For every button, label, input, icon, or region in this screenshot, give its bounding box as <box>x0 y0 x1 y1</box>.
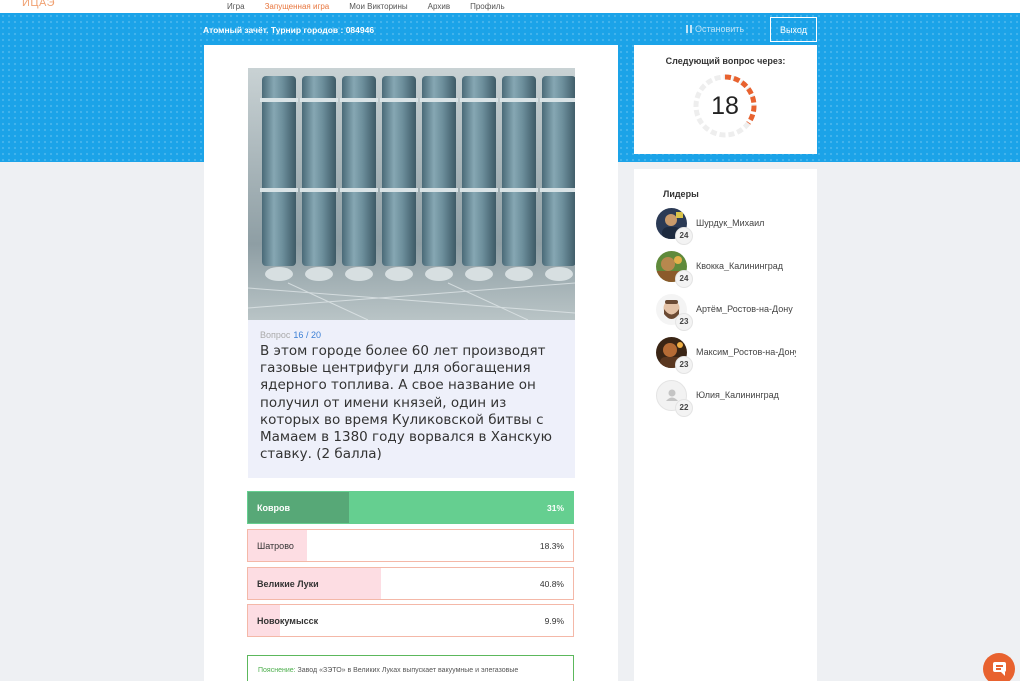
stop-label: Остановить <box>695 24 745 34</box>
leaders-panel: Лидеры 24 Шурдук_Михаил 24 Квокка_Калини… <box>634 169 817 681</box>
explanation-tag: Пояснение: <box>258 667 296 674</box>
chat-icon <box>993 662 1006 676</box>
question-image <box>248 68 575 320</box>
top-nav: ИЦАЭ Игра Запущенная игра Мои Викторины … <box>0 0 1020 13</box>
pause-icon <box>686 25 692 33</box>
answer-label: Ковров <box>257 503 291 513</box>
leader-item[interactable]: 24 Квокка_Калининград <box>656 251 816 291</box>
leader-score: 22 <box>675 399 693 417</box>
question-number: 16 <box>293 330 304 340</box>
leader-item[interactable]: 23 Максим_Ростов-на-Дону <box>656 337 816 377</box>
chat-icon-line <box>996 668 1001 670</box>
answer-option[interactable]: Великие Луки 40.8% <box>247 567 574 600</box>
leader-score: 23 <box>675 313 693 331</box>
nav-link-archive[interactable]: Архив <box>428 2 450 11</box>
answer-option-correct[interactable]: Ковров 31% <box>247 491 574 524</box>
leaders-title: Лидеры <box>663 189 699 199</box>
answer-option[interactable]: Шатрово 18.3% <box>247 529 574 562</box>
nav-link-game[interactable]: Игра <box>227 2 245 11</box>
exit-button[interactable]: Выход <box>770 17 817 42</box>
leader-item[interactable]: 22 Юлия_Калининград <box>656 380 816 420</box>
stop-button[interactable]: Остановить <box>686 24 744 34</box>
chat-icon-line <box>996 665 1003 667</box>
explanation-text: Завод «ЗЭТО» в Великих Луках выпускает в… <box>297 667 519 674</box>
answer-label: Великие Луки <box>257 579 319 589</box>
leader-name: Юлия_Калининград <box>696 390 779 400</box>
answer-percent: 40.8% <box>539 579 564 589</box>
leader-score: 24 <box>675 270 693 288</box>
question-box: Вопрос 16 / 20 В этом городе более 60 лет… <box>248 320 575 478</box>
leader-name: Квокка_Калининград <box>696 261 784 271</box>
answer-percent: 9.9% <box>544 616 564 626</box>
leader-score: 24 <box>675 227 693 245</box>
centrifuge-photo <box>248 68 575 320</box>
answer-percent: 18.3% <box>539 541 564 551</box>
answer-label: Новокумысск <box>257 616 319 626</box>
leader-name: Максим_Ростов-на-Дону <box>696 347 796 357</box>
game-title: Атомный зачёт. Турнир городов : 084946 <box>203 25 375 35</box>
explanation-box: Пояснение: Завод «ЗЭТО» в Великих Луках … <box>247 655 574 681</box>
question-total: / 20 <box>305 330 321 340</box>
logo[interactable]: ИЦАЭ <box>22 0 55 9</box>
question-counter: Вопрос 16 / 20 <box>260 330 563 340</box>
timer-seconds: 18 <box>711 92 739 120</box>
leader-score: 23 <box>675 356 693 374</box>
timer-title: Следующий вопрос через: <box>665 56 786 66</box>
answer-option[interactable]: Новокумысск 9.9% <box>247 604 574 637</box>
leader-item[interactable]: 23 Артём_Ростов-на-Дону <box>656 294 816 334</box>
nav-link-running-game[interactable]: Запущенная игра <box>265 2 330 11</box>
question-counter-label: Вопрос <box>260 330 291 340</box>
answer-percent: 31% <box>546 503 564 513</box>
nav-link-my-quizzes[interactable]: Мои Викторины <box>349 2 407 11</box>
nav-links: Игра Запущенная игра Мои Викторины Архив… <box>227 2 525 11</box>
question-text: В этом городе более 60 лет производят га… <box>260 343 553 463</box>
leader-name: Артём_Ростов-на-Дону <box>696 304 793 314</box>
question-card: Вопрос 16 / 20 В этом городе более 60 лет… <box>204 45 618 681</box>
next-question-timer: Следующий вопрос через: 18 <box>634 45 817 154</box>
leader-name: Шурдук_Михаил <box>696 218 765 228</box>
leader-item[interactable]: 24 Шурдук_Михаил <box>656 208 816 248</box>
chat-button[interactable] <box>983 653 1015 681</box>
nav-link-profile[interactable]: Профиль <box>470 2 505 11</box>
answer-label: Шатрово <box>257 541 294 551</box>
